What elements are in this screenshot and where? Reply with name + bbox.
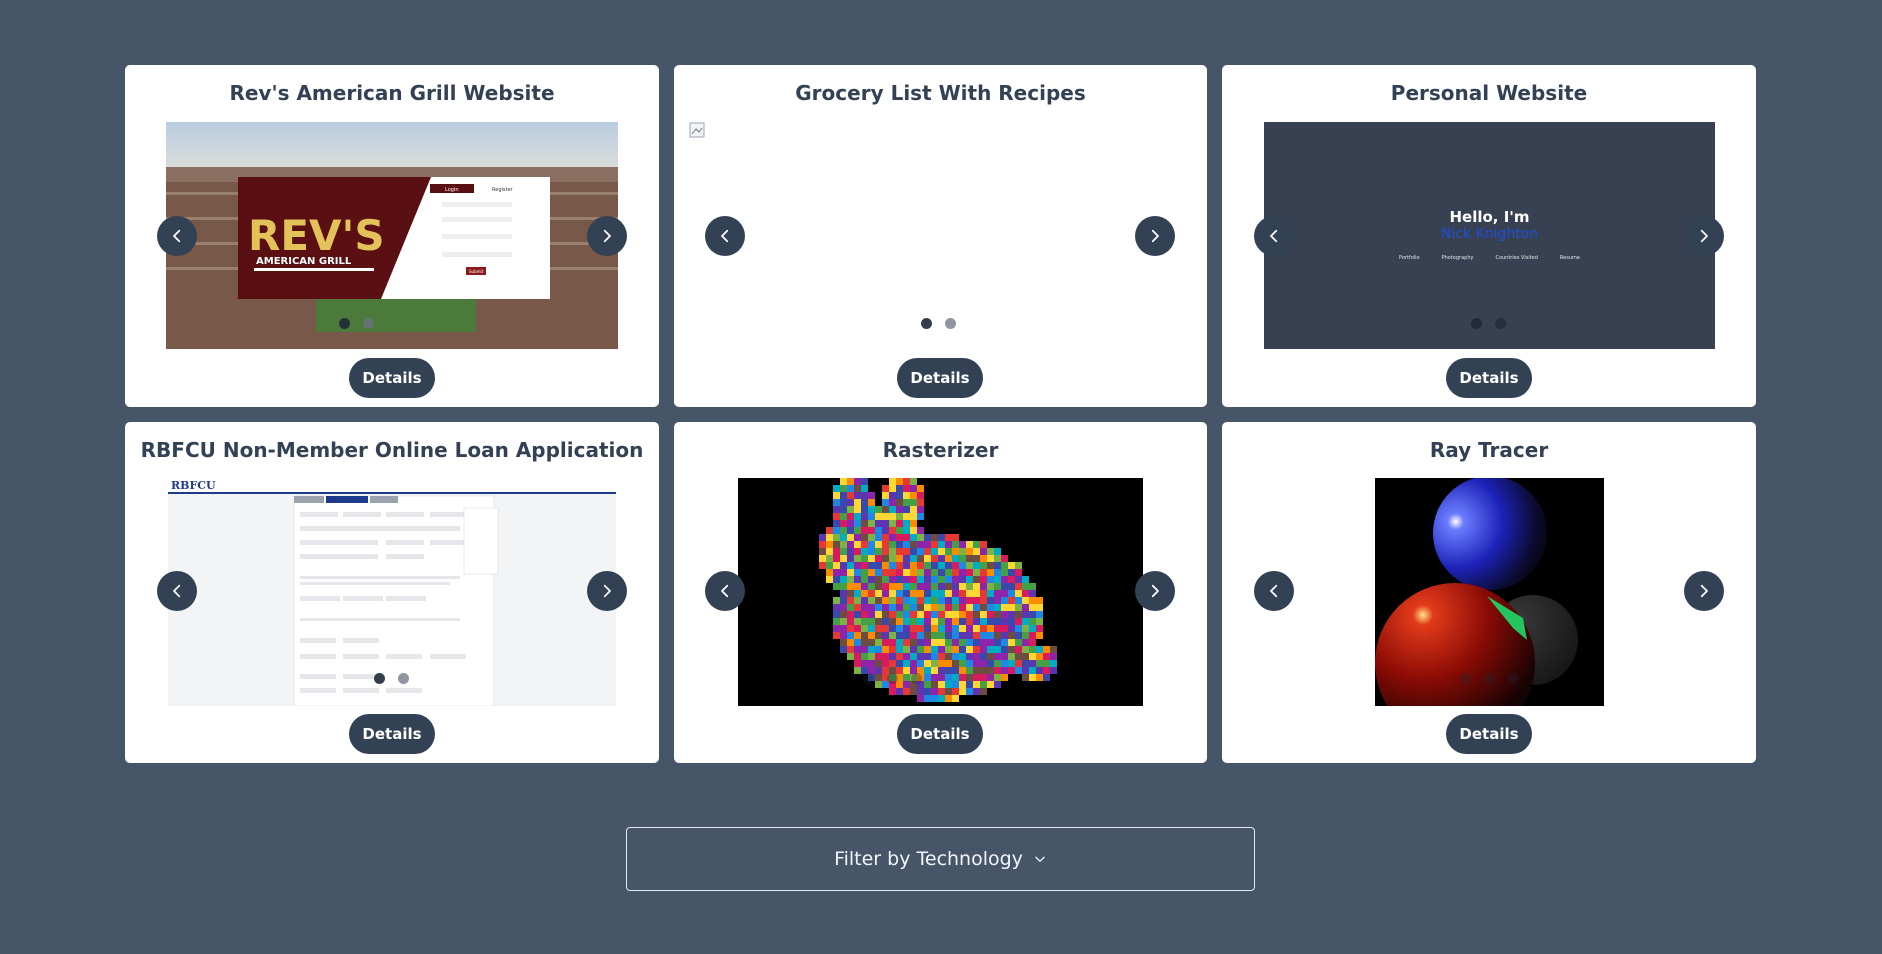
stadium-screenshot: REV'S AMERICAN GRILL Login Register Subm… (166, 122, 618, 349)
chevron-right-icon (1151, 229, 1159, 243)
filter-by-technology-button[interactable]: Filter by Technology (626, 827, 1255, 891)
project-card: Grocery List With Recipes Details (674, 65, 1207, 407)
carousel-indicator-1[interactable] (1471, 318, 1482, 329)
project-carousel: Hello, I'm Nick Knighton Portfolio Photo… (1264, 122, 1715, 349)
project-title: Personal Website (1390, 81, 1588, 105)
loan-form-screenshot: RBFCU (168, 478, 616, 706)
carousel-prev-button[interactable] (705, 571, 745, 611)
chevron-right-icon (1151, 584, 1159, 598)
chevron-right-icon (1700, 229, 1708, 243)
carousel-indicators (1460, 673, 1519, 684)
slide-greeting: Hello, I'm (1449, 208, 1530, 226)
carousel-indicators (1471, 318, 1506, 329)
chevron-left-icon (721, 229, 729, 243)
revs-logo-text: REV'S (248, 211, 385, 260)
project-card: Ray Tracer Details (1222, 422, 1756, 763)
carousel-prev-button[interactable] (1254, 571, 1294, 611)
broken-image-icon (689, 122, 705, 138)
carousel-prev-button[interactable] (157, 216, 197, 256)
carousel-indicator-3[interactable] (911, 673, 922, 684)
slide-nav: Portfolio Photography Countries Visited … (1264, 255, 1715, 261)
carousel-indicator-2[interactable] (1495, 318, 1506, 329)
carousel-prev-button[interactable] (705, 216, 745, 256)
slide-name: Nick Knighton (1440, 226, 1539, 242)
project-carousel: RBFCU (168, 478, 616, 706)
carousel-indicators (339, 318, 374, 329)
details-button[interactable]: Details (349, 714, 435, 754)
chevron-right-icon (603, 584, 611, 598)
carousel-indicator-2[interactable] (398, 673, 409, 684)
slide-nav-item: Countries Visited (1495, 255, 1538, 261)
carousel-indicator-1[interactable] (863, 673, 874, 684)
carousel-indicator-3[interactable] (1508, 673, 1519, 684)
details-button[interactable]: Details (1446, 714, 1532, 754)
project-title: Rev's American Grill Website (229, 81, 555, 105)
details-button[interactable]: Details (349, 358, 435, 398)
project-title: Grocery List With Recipes (795, 81, 1086, 105)
rbfcu-logo-text: RBFCU (171, 479, 216, 492)
revs-logo-subtext: AMERICAN GRILL (256, 256, 352, 267)
carousel-next-button[interactable] (1135, 216, 1175, 256)
details-button[interactable]: Details (897, 358, 983, 398)
project-card: Rev's American Grill Website REV'S AMERI… (125, 65, 659, 407)
slide-nav-item: Portfolio (1399, 255, 1420, 261)
project-card: RBFCU Non-Member Online Loan Application… (125, 422, 659, 763)
register-tab: Register (492, 187, 514, 193)
rasterized-bunny-image (819, 478, 1057, 702)
carousel-next-button[interactable] (1684, 571, 1724, 611)
carousel-indicator-2[interactable] (887, 673, 898, 684)
project-carousel: REV'S AMERICAN GRILL Login Register Subm… (166, 122, 618, 349)
project-card: Rasterizer Details (674, 422, 1207, 763)
carousel-next-button[interactable] (587, 216, 627, 256)
chevron-right-icon (603, 229, 611, 243)
carousel-indicators (921, 318, 956, 329)
carousel-indicator-1[interactable] (1460, 673, 1471, 684)
carousel-indicators (374, 673, 409, 684)
slide-nav-item: Resume (1559, 255, 1580, 261)
carousel-prev-button[interactable] (1254, 216, 1294, 256)
carousel-indicator-1[interactable] (374, 673, 385, 684)
chevron-left-icon (721, 584, 729, 598)
details-button[interactable]: Details (897, 714, 983, 754)
project-title: Ray Tracer (1429, 438, 1549, 462)
carousel-prev-button[interactable] (157, 571, 197, 611)
chevron-left-icon (173, 229, 181, 243)
carousel-next-button[interactable] (587, 571, 627, 611)
chevron-left-icon (1270, 584, 1278, 598)
project-title: Rasterizer (882, 438, 999, 462)
project-carousel (1375, 478, 1604, 706)
slide-nav-item: Photography (1441, 255, 1474, 261)
project-title: RBFCU Non-Member Online Loan Application (140, 438, 644, 462)
chevron-left-icon (173, 584, 181, 598)
carousel-indicator-2[interactable] (1484, 673, 1495, 684)
chevron-left-icon (1270, 229, 1278, 243)
carousel-indicator-1[interactable] (921, 318, 932, 329)
project-carousel (689, 122, 1189, 349)
carousel-indicator-2[interactable] (945, 318, 956, 329)
submit-label: Submit (469, 269, 484, 274)
carousel-indicator-2[interactable] (363, 318, 374, 329)
chevron-down-icon (1035, 856, 1045, 862)
carousel-indicator-1[interactable] (339, 318, 350, 329)
carousel-indicators (863, 673, 922, 684)
login-tab: Login (445, 187, 459, 193)
carousel-next-button[interactable] (1135, 571, 1175, 611)
project-carousel (738, 478, 1143, 706)
details-button[interactable]: Details (1446, 358, 1532, 398)
chevron-right-icon (1700, 584, 1708, 598)
ray-traced-spheres-image (1375, 478, 1578, 706)
filter-label: Filter by Technology (834, 848, 1023, 870)
carousel-next-button[interactable] (1684, 216, 1724, 256)
project-card: Personal Website Hello, I'm Nick Knighto… (1222, 65, 1756, 407)
